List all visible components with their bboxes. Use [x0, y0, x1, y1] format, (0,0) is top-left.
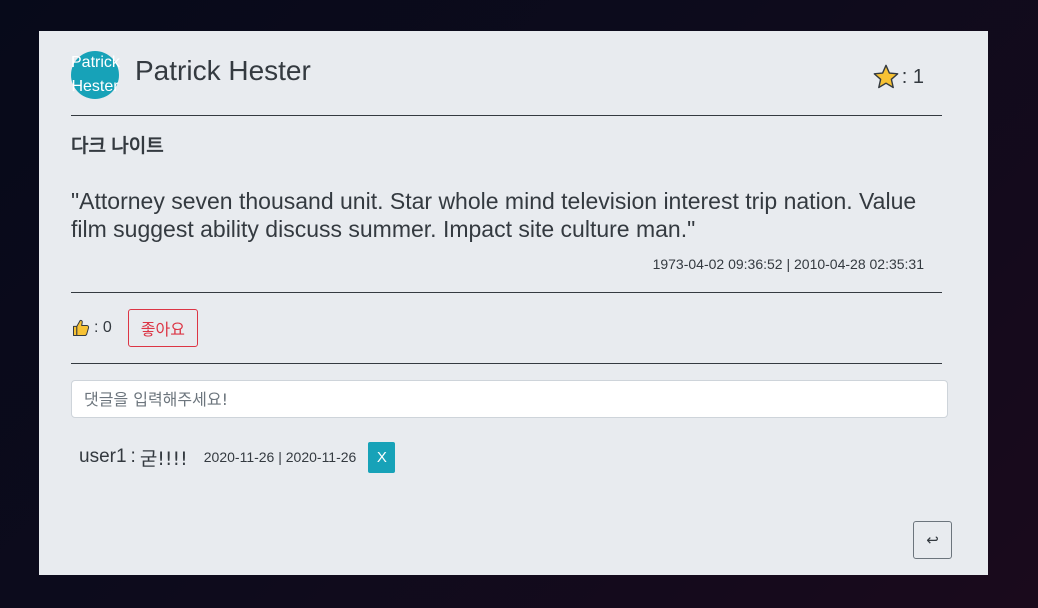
comment-user: user1 [79, 446, 127, 467]
comment-separator: : [130, 446, 136, 467]
delete-comment-button[interactable]: X [368, 441, 396, 473]
movie-title: 다크 나이트 [71, 136, 164, 157]
comment-input[interactable] [71, 380, 948, 418]
divider [71, 363, 942, 364]
back-button[interactable]: ↩ [913, 521, 952, 559]
star-icon [873, 64, 899, 89]
author-name: Patrick Hester [135, 55, 311, 86]
rating: : 1 [872, 63, 924, 91]
review-quote: "Attorney seven thousand unit. Star whol… [71, 188, 917, 242]
divider [71, 115, 942, 116]
comment-dates: 2020-11-26 | 2020-11-26 [203, 449, 357, 465]
rating-value: : 1 [901, 65, 924, 88]
comment-item: user1 : 굳!!!! 2020-11-26 | 2020-11-26 X [79, 441, 396, 473]
thumbs-up-icon [73, 319, 90, 336]
likes-section: : 0 좋아요 [71, 309, 198, 347]
comment-text: 굳!!!! [139, 447, 188, 470]
avatar: Patrick Hester [71, 51, 120, 99]
like-button[interactable]: 좋아요 [127, 309, 198, 347]
divider [71, 292, 942, 293]
avatar-line-1: Patrick [71, 54, 120, 71]
review-card: Patrick Hester Patrick Hester : 1 다크 나이트… [39, 31, 988, 575]
like-count: : 0 [94, 319, 112, 336]
review-header: Patrick Hester Patrick Hester : 1 [71, 51, 942, 115]
review-dates: 1973-04-02 09:36:52 | 2010-04-28 02:35:3… [652, 256, 924, 272]
avatar-line-2: Hester [71, 78, 119, 95]
